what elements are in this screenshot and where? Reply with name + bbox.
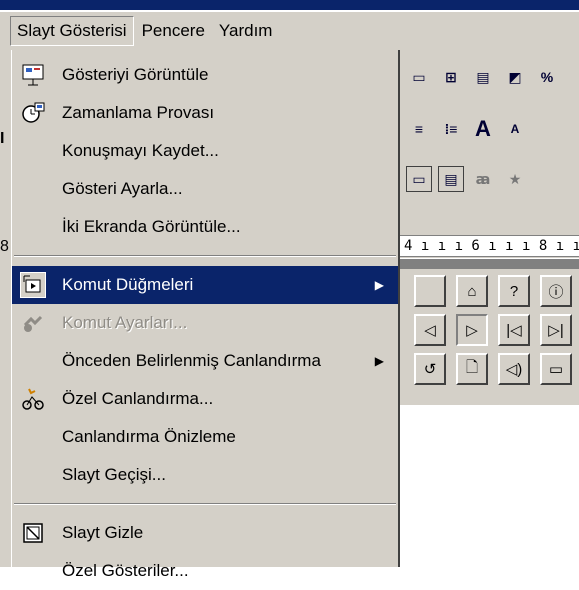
frame-icon[interactable]: ▭ bbox=[406, 166, 432, 192]
new-slide-icon[interactable]: ▭ bbox=[406, 64, 432, 90]
menu-item-custom-animation[interactable]: Özel Canlandırma... bbox=[12, 380, 398, 418]
menu-item-label: Gösteriyi Görüntüle bbox=[62, 65, 209, 84]
custom-action-icon[interactable] bbox=[414, 275, 446, 307]
menu-separator bbox=[14, 503, 396, 505]
menu-item-label: Zamanlama Provası bbox=[62, 103, 215, 122]
return-icon[interactable]: ↺ bbox=[414, 353, 446, 385]
submenu-arrow-icon: ▶ bbox=[374, 354, 384, 368]
table-icon[interactable]: ⊞ bbox=[438, 64, 464, 90]
action-buttons-palette: ⌂? ⓘ ◁ ▷ |◁ ▷| ↺ 🗋 ◁) ▭ bbox=[400, 258, 579, 405]
edge-fragment: I bbox=[0, 130, 5, 147]
menu-item-label: Özel Canlandırma... bbox=[62, 389, 214, 408]
movie-icon[interactable]: ▭ bbox=[540, 353, 572, 385]
sound-icon[interactable]: ◁) bbox=[498, 353, 530, 385]
formatting-toolbar-row-1: ▭ ⊞ ▤ ◩ % bbox=[400, 60, 560, 94]
zoom-icon[interactable]: % bbox=[534, 64, 560, 90]
beginning-icon[interactable]: |◁ bbox=[498, 314, 530, 346]
formatting-toolbar-row-2: ≡ ⁞≡ A A bbox=[400, 112, 528, 146]
back-icon[interactable]: ◁ bbox=[414, 314, 446, 346]
chart-icon[interactable]: ▤ bbox=[470, 64, 496, 90]
palette-title-bar[interactable] bbox=[400, 259, 579, 269]
end-icon[interactable]: ▷| bbox=[540, 314, 572, 346]
slide-canvas bbox=[400, 405, 579, 567]
hide-slide-icon bbox=[20, 520, 46, 546]
menu-item-label: Konuşmayı Kaydet... bbox=[62, 141, 219, 160]
menu-help[interactable]: Yardım bbox=[213, 17, 279, 45]
slideshow-icon bbox=[20, 62, 46, 88]
formatting-toolbar-row-3: ▭ ▤ ꜳ ★ bbox=[400, 162, 528, 196]
menu-item-label: Komut Ayarları... bbox=[62, 313, 188, 332]
action-buttons-icon bbox=[20, 272, 46, 298]
menu-item-set-up-show[interactable]: Gösteri Ayarla... bbox=[12, 170, 398, 208]
menu-item-view-on-two-screens[interactable]: İki Ekranda Görüntüle... bbox=[12, 208, 398, 246]
menu-window[interactable]: Pencere bbox=[136, 17, 211, 45]
menu-item-preset-animation[interactable]: Önceden Belirlenmiş Canlandırma ▶ bbox=[12, 342, 398, 380]
menu-bar: Slayt Gösterisi Pencere Yardım bbox=[0, 12, 579, 50]
menu-item-label: Slayt Geçişi... bbox=[62, 465, 166, 484]
spelling-icon[interactable]: ꜳ bbox=[470, 166, 496, 192]
align-icon[interactable]: ≡ bbox=[406, 116, 432, 142]
slide-show-menu: Gösteriyi Görüntüle Zamanlama Provası Ko… bbox=[11, 50, 400, 580]
palette-grid: ⌂? ⓘ ◁ ▷ |◁ ▷| ↺ 🗋 ◁) ▭ bbox=[414, 275, 576, 389]
menu-item-view-show[interactable]: Gösteriyi Görüntüle bbox=[12, 56, 398, 94]
menu-item-action-buttons[interactable]: Komut Düğmeleri ▶ bbox=[12, 266, 398, 304]
decrease-font-icon[interactable]: A bbox=[502, 116, 528, 142]
action-settings-icon bbox=[20, 310, 46, 336]
menu-item-label: Gösteri Ayarla... bbox=[62, 179, 183, 198]
menu-item-rehearse-timings[interactable]: Zamanlama Provası bbox=[12, 94, 398, 132]
menu-item-action-settings: Komut Ayarları... bbox=[12, 304, 398, 342]
edge-fragment: 8 bbox=[0, 238, 9, 255]
rehearse-timing-icon bbox=[20, 100, 46, 126]
menu-item-label: Slayt Gizle bbox=[62, 523, 144, 542]
menu-separator bbox=[14, 255, 396, 257]
document-icon[interactable]: 🗋 bbox=[456, 353, 488, 385]
forward-icon[interactable]: ▷ bbox=[456, 314, 488, 346]
menu-item-label: Önceden Belirlenmiş Canlandırma bbox=[62, 351, 321, 370]
submenu-arrow-icon: ▶ bbox=[374, 278, 384, 292]
menu-item-hide-slide[interactable]: Slayt Gizle bbox=[12, 514, 398, 552]
horizontal-ruler: 4 ı ı ı 6 ı ı ı 8 ı ı bbox=[400, 235, 579, 257]
menu-item-animation-preview[interactable]: Canlandırma Önizleme bbox=[12, 418, 398, 456]
information-icon[interactable]: ⓘ bbox=[540, 275, 572, 307]
menu-item-label: Komut Düğmeleri bbox=[62, 275, 194, 294]
menu-item-label: Canlandırma Önizleme bbox=[62, 427, 236, 446]
increase-font-icon[interactable]: A bbox=[470, 116, 496, 142]
custom-animation-icon bbox=[20, 386, 46, 412]
menu-slide-show[interactable]: Slayt Gösterisi bbox=[10, 16, 134, 46]
help-icon[interactable]: ? bbox=[498, 275, 530, 307]
home-icon[interactable]: ⌂ bbox=[456, 275, 488, 307]
color-icon[interactable]: ◩ bbox=[502, 64, 528, 90]
layout-icon[interactable]: ▤ bbox=[438, 166, 464, 192]
menu-item-custom-shows[interactable]: Özel Gösteriler... bbox=[12, 552, 398, 590]
animation-effect-icon[interactable]: ★ bbox=[502, 166, 528, 192]
menu-item-slide-transition[interactable]: Slayt Geçişi... bbox=[12, 456, 398, 494]
bullets-icon[interactable]: ⁞≡ bbox=[438, 116, 464, 142]
menu-item-label: İki Ekranda Görüntüle... bbox=[62, 217, 241, 236]
menu-item-label: Özel Gösteriler... bbox=[62, 561, 189, 580]
title-bar-strip bbox=[0, 0, 579, 10]
menu-item-record-narration[interactable]: Konuşmayı Kaydet... bbox=[12, 132, 398, 170]
